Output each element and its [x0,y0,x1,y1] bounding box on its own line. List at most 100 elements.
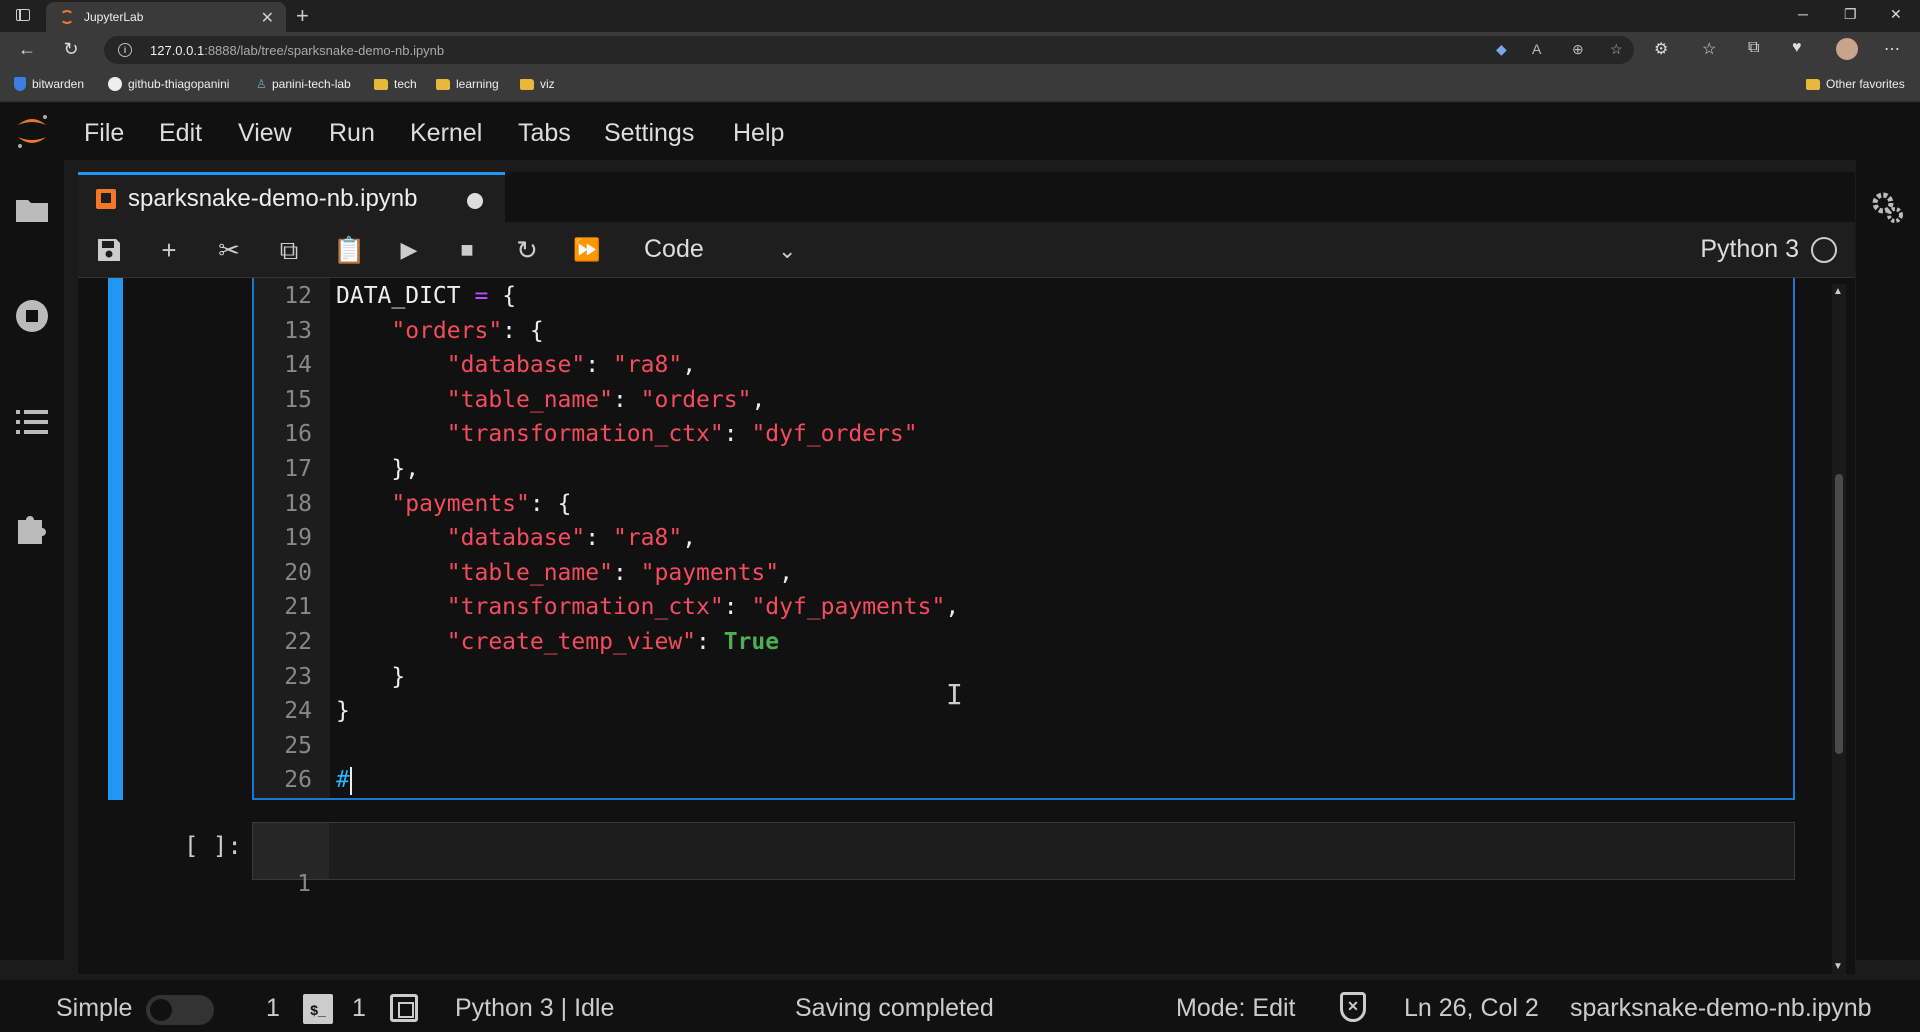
mode-indicator: Mode: Edit [1176,994,1296,1022]
profile-avatar[interactable] [1836,38,1858,60]
extensions-icon[interactable]: ⚙ [1654,39,1668,59]
scroll-thumb[interactable] [1835,474,1843,754]
code-cell-editor[interactable]: 12 DATA_DICT = {13 "orders": {14 "databas… [252,278,1795,800]
code-text: "payments": { [391,490,572,517]
menu-tabs[interactable]: Tabs [518,119,571,148]
bookmarks-bar: bitwarden github-thiagopanini ♙ panini-te… [0,68,1920,102]
kernels-count[interactable]: 1 [352,994,366,1023]
right-sidebar [1856,160,1920,960]
site-info-icon[interactable]: i [118,43,132,57]
bookmark-other-favorites[interactable]: Other favorites [1806,77,1905,91]
paste-icon[interactable]: 📋 [333,234,365,266]
close-tab-icon[interactable]: ✕ [261,8,274,28]
cell-type-select[interactable]: Code [644,235,704,264]
run-icon[interactable]: ▶ [393,234,425,266]
cut-icon[interactable]: ✂ [213,234,245,266]
refresh-icon[interactable]: ↻ [60,39,82,60]
bookmark-bitwarden[interactable]: bitwarden [14,77,84,91]
minimize-icon[interactable]: ─ [1798,6,1808,22]
code-line: 22 "create_temp_view": True [254,625,1793,659]
line-number: 20 [284,559,312,586]
simple-mode-toggle[interactable] [146,995,214,1025]
code-line: 16 "transformation_ctx": "dyf_orders" [254,417,1793,451]
line-number: 26 [284,767,312,794]
tab-actions-icon[interactable] [16,9,30,21]
new-tab-button[interactable]: + [296,3,309,29]
menu-settings[interactable]: Settings [604,119,694,148]
line-number: 24 [284,698,312,725]
save-icon[interactable] [93,234,125,266]
bookmark-github[interactable]: github-thiagopanini [108,77,229,91]
url-text[interactable]: 127.0.0.1:8888/lab/tree/sparksnake-demo-… [150,43,444,58]
code-text: "database": "ra8", [446,352,697,379]
favorites-icon[interactable]: ☆ [1702,39,1716,59]
line-number: 21 [284,594,312,621]
code-line: 23 } [254,660,1793,694]
cursor-position[interactable]: Ln 26, Col 2 [1404,994,1539,1023]
browser-tab-jupyterlab[interactable]: JupyterLab ✕ [46,2,286,32]
code-text: "orders": { [391,317,544,344]
bookmark-folder-learning[interactable]: learning [436,77,499,91]
folder-icon [374,78,388,90]
menu-file[interactable]: File [84,119,124,148]
cell-collapser[interactable] [108,278,123,800]
table-of-contents-icon[interactable] [14,404,50,440]
address-bar[interactable]: i 127.0.0.1:8888/lab/tree/sparksnake-dem… [104,36,1634,64]
code-line: 24} [254,694,1793,728]
menu-view[interactable]: View [238,119,292,148]
bookmark-panini-tech-lab[interactable]: ♙ panini-tech-lab [256,77,351,91]
kernel-chip-icon[interactable] [390,994,418,1022]
extension-manager-icon[interactable] [14,510,50,546]
github-icon [108,77,122,91]
insert-cell-icon[interactable]: + [153,234,185,266]
bookmark-folder-tech[interactable]: tech [374,77,417,91]
notebook-tab[interactable]: sparksnake-demo-nb.ipynb [78,172,505,222]
empty-code-cell-editor[interactable]: 1 [252,822,1795,897]
back-icon[interactable]: ← [16,39,38,60]
code-line: 21 "transformation_ctx": "dyf_payments", [254,590,1793,624]
restart-icon[interactable]: ↻ [511,234,543,266]
terminal-icon[interactable]: $_ [303,994,333,1024]
text-cursor-ibeam: I [946,678,963,711]
running-kernels-icon[interactable] [14,298,50,334]
code-line: 25 [254,729,1793,763]
menu-run[interactable]: Run [329,119,375,148]
scroll-down-icon[interactable]: ▼ [1833,961,1843,972]
read-aloud-icon[interactable]: A [1532,41,1541,57]
menu-edit[interactable]: Edit [159,119,202,148]
menu-help[interactable]: Help [733,119,784,148]
code-text: # [336,766,352,795]
interrupt-icon[interactable]: ■ [451,234,483,266]
line-number: 25 [284,732,312,759]
kernel-status-text[interactable]: Python 3 | Idle [455,994,614,1023]
jupyter-favicon-icon [60,10,74,24]
more-options-icon[interactable]: ⋯ [1884,39,1900,59]
unsaved-dot-icon[interactable] [467,193,483,209]
scroll-up-icon[interactable]: ▲ [1833,286,1843,297]
add-favorite-icon[interactable]: ☆ [1610,41,1623,58]
restart-run-all-icon[interactable]: ⏩ [571,234,603,266]
left-sidebar [0,160,64,960]
menu-kernel[interactable]: Kernel [410,119,482,148]
line-number: 19 [284,525,312,552]
line-number: 17 [284,456,312,482]
kernel-name[interactable]: Python 3 [1700,235,1799,264]
zoom-icon[interactable]: ⊕ [1572,41,1584,58]
terminals-count[interactable]: 1 [266,994,280,1023]
copy-icon[interactable]: ⧉ [273,234,305,266]
browser-essentials-icon[interactable]: ♥ [1792,39,1802,57]
bookmark-folder-viz[interactable]: viz [520,77,555,91]
browser-toolbar: ← ↻ i 127.0.0.1:8888/lab/tree/sparksnake… [0,32,1920,68]
file-browser-icon[interactable] [14,192,50,228]
notebook-scrollbar[interactable]: ▲ ▼ [1832,284,1846,974]
trust-shield-icon[interactable]: ✕ [1340,992,1366,1022]
restore-icon[interactable]: ❐ [1844,6,1857,23]
close-window-icon[interactable]: ✕ [1890,6,1902,23]
code-text: "table_name": "payments", [446,559,793,586]
code-line: 26 # [254,763,1793,797]
property-inspector-gears-icon[interactable] [1870,190,1906,226]
simple-mode-label: Simple [56,994,133,1022]
chevron-down-icon[interactable]: ⌄ [778,238,796,264]
collections-icon[interactable]: ⧉ [1748,39,1759,57]
tag-icon[interactable]: ◆ [1496,41,1507,58]
